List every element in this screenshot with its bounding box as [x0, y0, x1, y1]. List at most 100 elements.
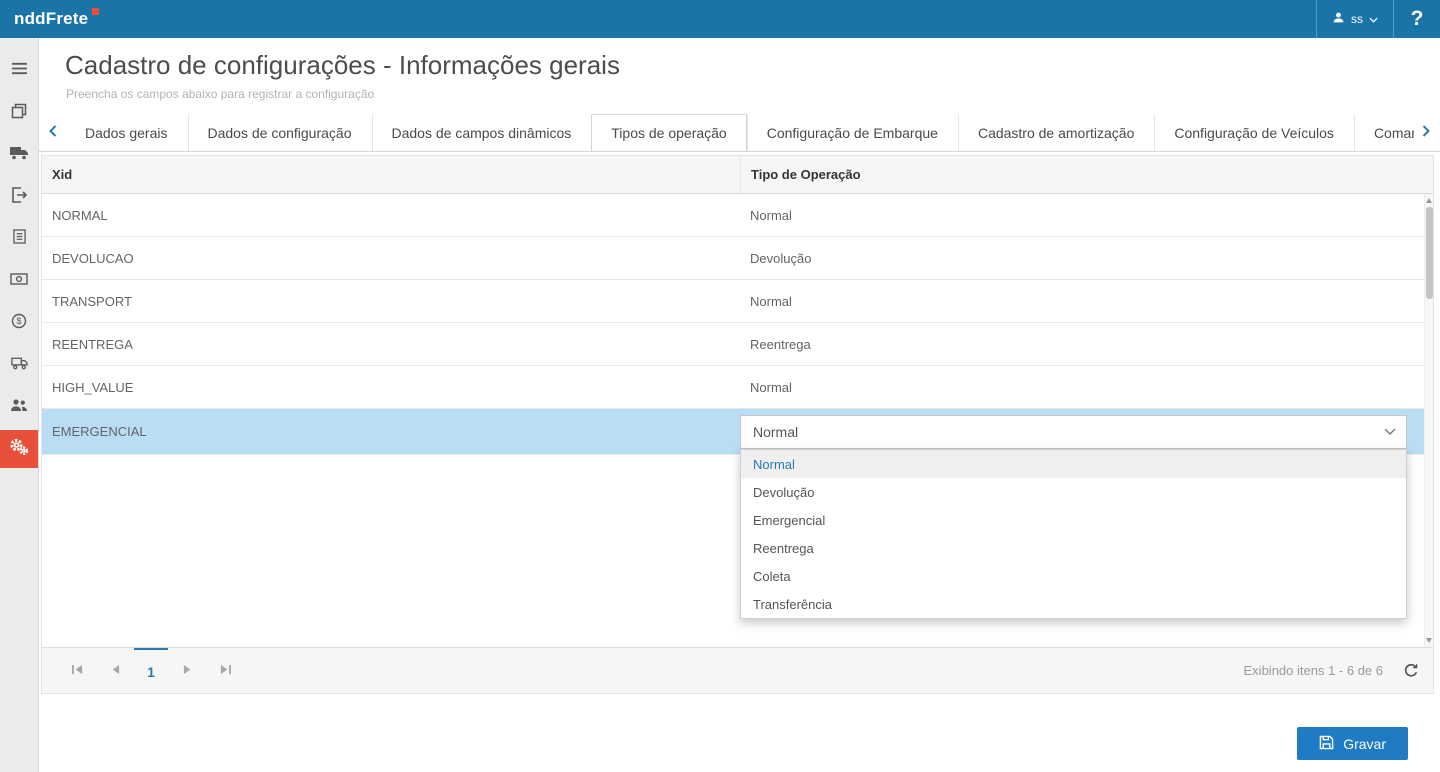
operations-grid: Xid Tipo de Operação NORMAL Normal DEVOL… [41, 155, 1434, 694]
tab-list: Dados gerais Dados de configuração Dados… [65, 114, 1414, 151]
sidebar: $ [0, 38, 38, 772]
sidebar-item-truck[interactable] [0, 136, 38, 174]
brand-logo-square [92, 8, 99, 15]
tipo-operacao-combobox[interactable]: Normal [740, 415, 1407, 449]
gears-icon [9, 438, 29, 461]
sidebar-item-copy[interactable] [0, 94, 38, 132]
chevron-down-icon [1369, 12, 1378, 26]
last-page-button[interactable] [206, 648, 244, 693]
help-button[interactable]: ? [1394, 0, 1440, 38]
first-page-icon [71, 663, 84, 678]
cell-xid: EMERGENCIAL [42, 424, 740, 439]
copy-icon [11, 103, 27, 124]
sidebar-item-settings[interactable] [0, 430, 38, 468]
tab-cadastro-de-amortizacao[interactable]: Cadastro de amortização [958, 114, 1154, 151]
page-subtitle: Preencha os campos abaixo para registrar… [66, 87, 1440, 101]
next-page-icon [183, 663, 192, 678]
sidebar-item-export[interactable] [0, 178, 38, 216]
tab-dados-de-configuracao[interactable]: Dados de configuração [188, 114, 372, 151]
save-button-label: Gravar [1343, 736, 1386, 752]
column-header-xid: Xid [42, 167, 740, 182]
combobox-chevron-down-icon[interactable] [1384, 416, 1396, 448]
dropdown-option[interactable]: Normal [741, 450, 1406, 478]
cell-xid: REENTREGA [42, 337, 740, 352]
tab-comandos-de[interactable]: Comandos de [1354, 114, 1414, 151]
cell-tipo: Normal [740, 294, 1433, 309]
fleet-truck-icon [11, 356, 28, 375]
menu-icon [11, 62, 28, 80]
table-row[interactable]: DEVOLUCAO Devolução [42, 237, 1433, 280]
grid-header-row: Xid Tipo de Operação [42, 156, 1433, 194]
users-icon [10, 398, 28, 417]
scrollbar-thumb[interactable] [1426, 207, 1433, 299]
tabstrip: Dados gerais Dados de configuração Dados… [39, 114, 1440, 152]
user-initials: ss [1351, 12, 1363, 26]
table-row[interactable]: NORMAL Normal [42, 194, 1433, 237]
cell-tipo: Devolução [740, 251, 1433, 266]
banknote-icon [10, 272, 28, 290]
cell-xid: TRANSPORT [42, 294, 740, 309]
tab-configuracao-de-veiculos[interactable]: Configuração de Veículos [1154, 114, 1354, 151]
tabs-scroll-right-button[interactable] [1414, 114, 1438, 151]
dropdown-option[interactable]: Emergencial [741, 506, 1406, 534]
cell-tipo: Normal [740, 380, 1433, 395]
document-icon [13, 229, 26, 249]
combobox-value: Normal [753, 424, 798, 440]
sidebar-item-fleet[interactable] [0, 346, 38, 384]
dropdown-option[interactable]: Reentrega [741, 534, 1406, 562]
pager-right: Exibindo itens 1 - 6 de 6 [1244, 663, 1419, 679]
next-page-button[interactable] [168, 648, 206, 693]
page-number[interactable]: 1 [134, 648, 168, 693]
user-menu[interactable]: ss [1316, 0, 1394, 38]
cell-xid: DEVOLUCAO [42, 251, 740, 266]
previous-page-button[interactable] [96, 648, 134, 693]
combobox-dropdown-panel: Normal Devolução Emergencial Reentrega C… [740, 449, 1407, 619]
chevron-right-icon [1422, 124, 1430, 142]
sidebar-item-users[interactable] [0, 388, 38, 426]
table-row[interactable]: REENTREGA Reentrega [42, 323, 1433, 366]
previous-page-icon [111, 663, 120, 678]
dropdown-option[interactable]: Devolução [741, 478, 1406, 506]
tab-configuracao-de-embarque[interactable]: Configuração de Embarque [747, 114, 958, 151]
brand-logo: nddFrete [14, 9, 99, 29]
pager-status: Exibindo itens 1 - 6 de 6 [1244, 663, 1383, 678]
truck-icon [10, 146, 28, 165]
table-row[interactable]: TRANSPORT Normal [42, 280, 1433, 323]
save-button[interactable]: Gravar [1297, 727, 1408, 760]
pager: 1 Exibindo itens 1 - 6 de 6 [42, 647, 1433, 693]
tab-dados-de-campos-dinamicos[interactable]: Dados de campos dinâmicos [372, 114, 592, 151]
user-icon [1332, 11, 1345, 27]
save-disk-icon [1319, 735, 1334, 753]
chevron-left-icon [49, 124, 57, 142]
topbar-right: ss ? [1316, 0, 1440, 38]
column-header-tipo-de-operacao: Tipo de Operação [740, 156, 1433, 193]
export-icon [11, 187, 27, 208]
tab-tipos-de-operacao[interactable]: Tipos de operação [591, 114, 746, 151]
first-page-button[interactable] [58, 648, 96, 693]
help-icon: ? [1411, 7, 1424, 31]
cell-xid: HIGH_VALUE [42, 380, 740, 395]
dropdown-option[interactable]: Coleta [741, 562, 1406, 590]
scroll-up-arrow[interactable] [1426, 198, 1432, 203]
main-content: Cadastro de configurações - Informações … [38, 38, 1440, 772]
table-row[interactable]: HIGH_VALUE Normal [42, 366, 1433, 409]
sidebar-item-document[interactable] [0, 220, 38, 258]
cell-tipo: Normal [740, 208, 1433, 223]
scroll-down-arrow[interactable] [1426, 638, 1432, 643]
tabs-scroll-left-button[interactable] [41, 114, 65, 151]
coin-dollar-icon: $ [11, 313, 27, 334]
refresh-button[interactable] [1403, 663, 1419, 679]
vertical-scrollbar[interactable] [1424, 194, 1433, 647]
grid-content: NORMAL Normal DEVOLUCAO Devolução TRANSP… [42, 194, 1433, 647]
sidebar-item-banknote[interactable] [0, 262, 38, 300]
cell-xid: NORMAL [42, 208, 740, 223]
tab-dados-gerais[interactable]: Dados gerais [65, 114, 188, 151]
svg-text:$: $ [16, 316, 21, 326]
last-page-icon [219, 663, 232, 678]
topbar: nddFrete ss ? [0, 0, 1440, 38]
cell-tipo: Reentrega [740, 337, 1433, 352]
sidebar-item-menu[interactable] [0, 52, 38, 90]
sidebar-item-coin[interactable]: $ [0, 304, 38, 342]
page-title: Cadastro de configurações - Informações … [65, 50, 1440, 81]
dropdown-option[interactable]: Transferência [741, 590, 1406, 618]
